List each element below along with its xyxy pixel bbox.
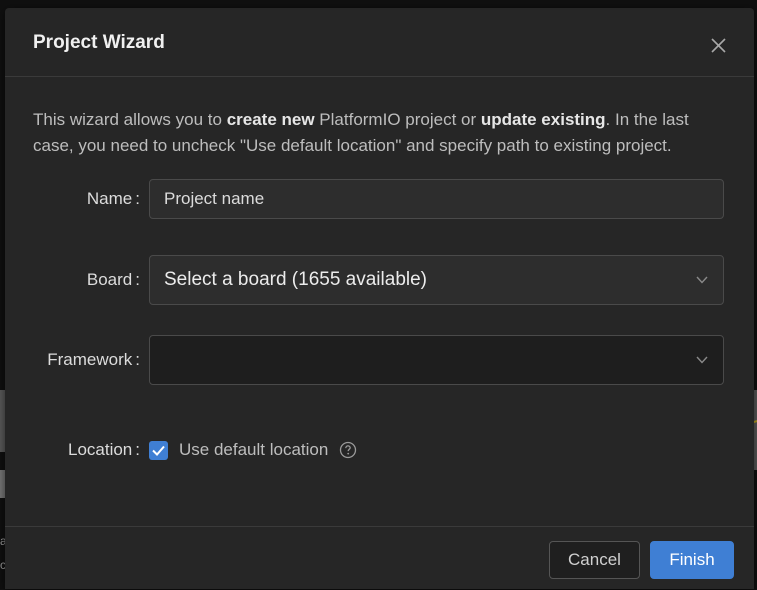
question-circle-icon[interactable] [339,441,357,459]
name-label: Name: [87,189,140,209]
label-colon: : [135,440,140,459]
finish-button[interactable]: Finish [650,541,734,579]
board-label: Board: [87,270,140,290]
board-select-value: Select a board (1655 available) [164,269,428,290]
label-colon: : [135,350,140,369]
location-label-text: Location [67,440,133,459]
use-default-location-checkbox[interactable] [149,441,168,460]
dialog-title: Project Wizard [33,32,165,53]
intro-bold-create-new: create new [226,110,315,129]
intro-text: This wizard allows you to create new Pla… [33,107,733,159]
dialog-footer: Cancel Finish [5,526,754,590]
intro-text-segment: This wizard allows you to [33,110,227,129]
label-colon: : [135,270,140,289]
cancel-button[interactable]: Cancel [549,541,640,579]
framework-select[interactable] [149,335,724,385]
label-colon: : [135,189,140,208]
dialog-header: Project Wizard [5,8,754,77]
project-name-input[interactable] [149,179,724,219]
location-label: Location: [68,440,140,460]
chevron-down-icon [696,276,708,284]
name-label-text: Name [86,189,133,208]
checkmark-icon [152,445,165,456]
intro-bold-update-existing: update existing [480,110,606,129]
use-default-location-label[interactable]: Use default location [179,440,328,460]
intro-text-segment: PlatformIO project or [314,110,481,129]
close-icon [711,38,726,53]
framework-label: Framework: [47,350,140,370]
close-button[interactable] [705,32,731,58]
chevron-down-icon [696,356,708,364]
project-wizard-dialog: Project Wizard This wizard allows you to… [5,8,754,589]
framework-label-text: Framework [47,350,133,369]
board-select[interactable]: Select a board (1655 available) [149,255,724,305]
board-label-text: Board [86,270,133,289]
